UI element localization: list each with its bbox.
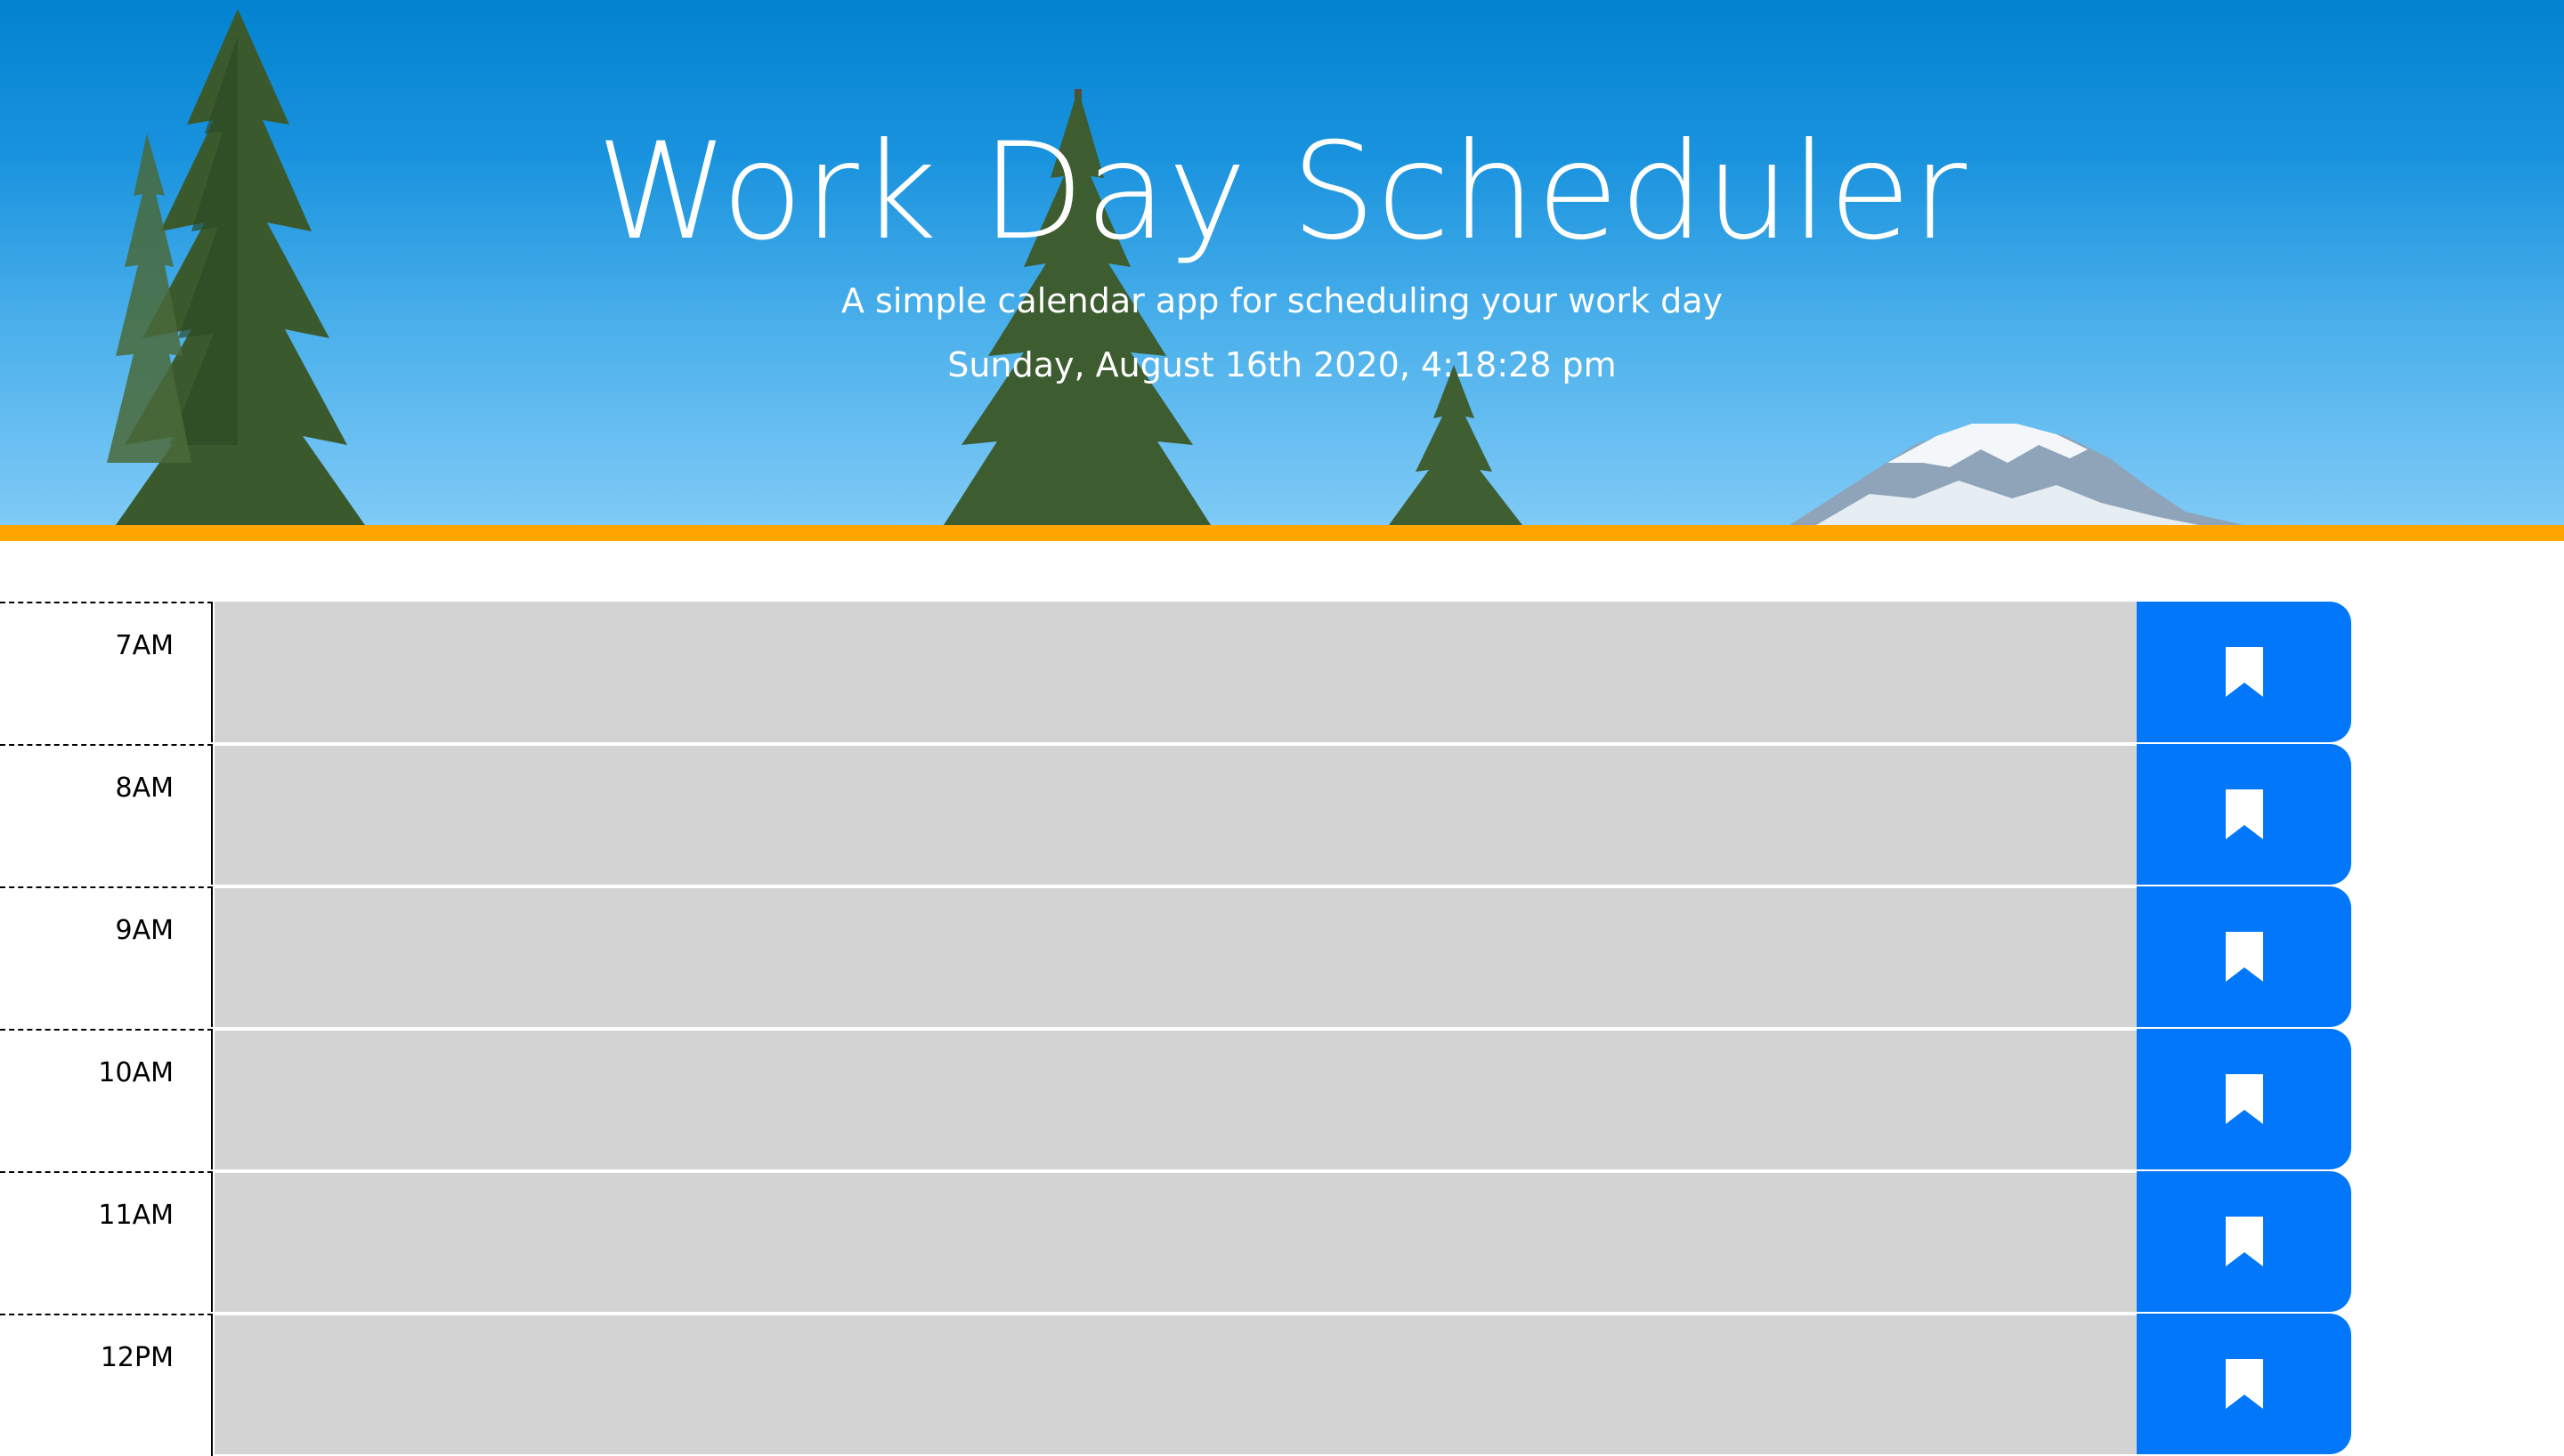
hour-label: 10AM: [0, 1029, 213, 1169]
save-button[interactable]: [2137, 602, 2351, 742]
bookmark-icon: [2225, 789, 2263, 839]
save-button[interactable]: [2137, 744, 2351, 885]
jumbotron-header: Work Day Scheduler A simple calendar app…: [0, 0, 2564, 525]
page-title: Work Day Scheduler: [596, 115, 1968, 270]
time-block-row: 9AM: [0, 886, 2564, 1029]
time-block-row: 12PM: [0, 1314, 2564, 1456]
bookmark-icon: [2225, 647, 2263, 697]
time-block-row: 7AM: [0, 602, 2564, 744]
save-button[interactable]: [2137, 1171, 2351, 1312]
time-block-row: 8AM: [0, 744, 2564, 886]
page-subtitle: A simple calendar app for scheduling you…: [840, 281, 1724, 320]
task-input[interactable]: [215, 886, 2138, 1027]
time-block-list: 7AM 8AM 9AM 10AM 11AM 12PM: [0, 602, 2564, 1456]
task-input[interactable]: [215, 1171, 2138, 1312]
hour-label: 11AM: [0, 1171, 213, 1312]
save-button[interactable]: [2137, 1029, 2351, 1169]
accent-divider: [0, 525, 2564, 541]
task-input[interactable]: [215, 1029, 2138, 1169]
bookmark-icon: [2225, 1359, 2263, 1409]
bookmark-icon: [2225, 1217, 2263, 1266]
task-input[interactable]: [215, 1314, 2138, 1454]
task-input[interactable]: [215, 744, 2138, 885]
current-datetime: Sunday, August 16th 2020, 4:18:28 pm: [947, 345, 1617, 384]
time-block-row: 10AM: [0, 1029, 2564, 1171]
hour-label: 9AM: [0, 886, 213, 1027]
save-button[interactable]: [2137, 1314, 2351, 1454]
save-button[interactable]: [2137, 886, 2351, 1027]
hour-label: 12PM: [0, 1314, 213, 1456]
hour-label: 7AM: [0, 602, 213, 742]
hour-label: 8AM: [0, 744, 213, 885]
bookmark-icon: [2225, 932, 2263, 982]
time-block-row: 11AM: [0, 1171, 2564, 1314]
bookmark-icon: [2225, 1074, 2263, 1124]
task-input[interactable]: [215, 602, 2138, 742]
